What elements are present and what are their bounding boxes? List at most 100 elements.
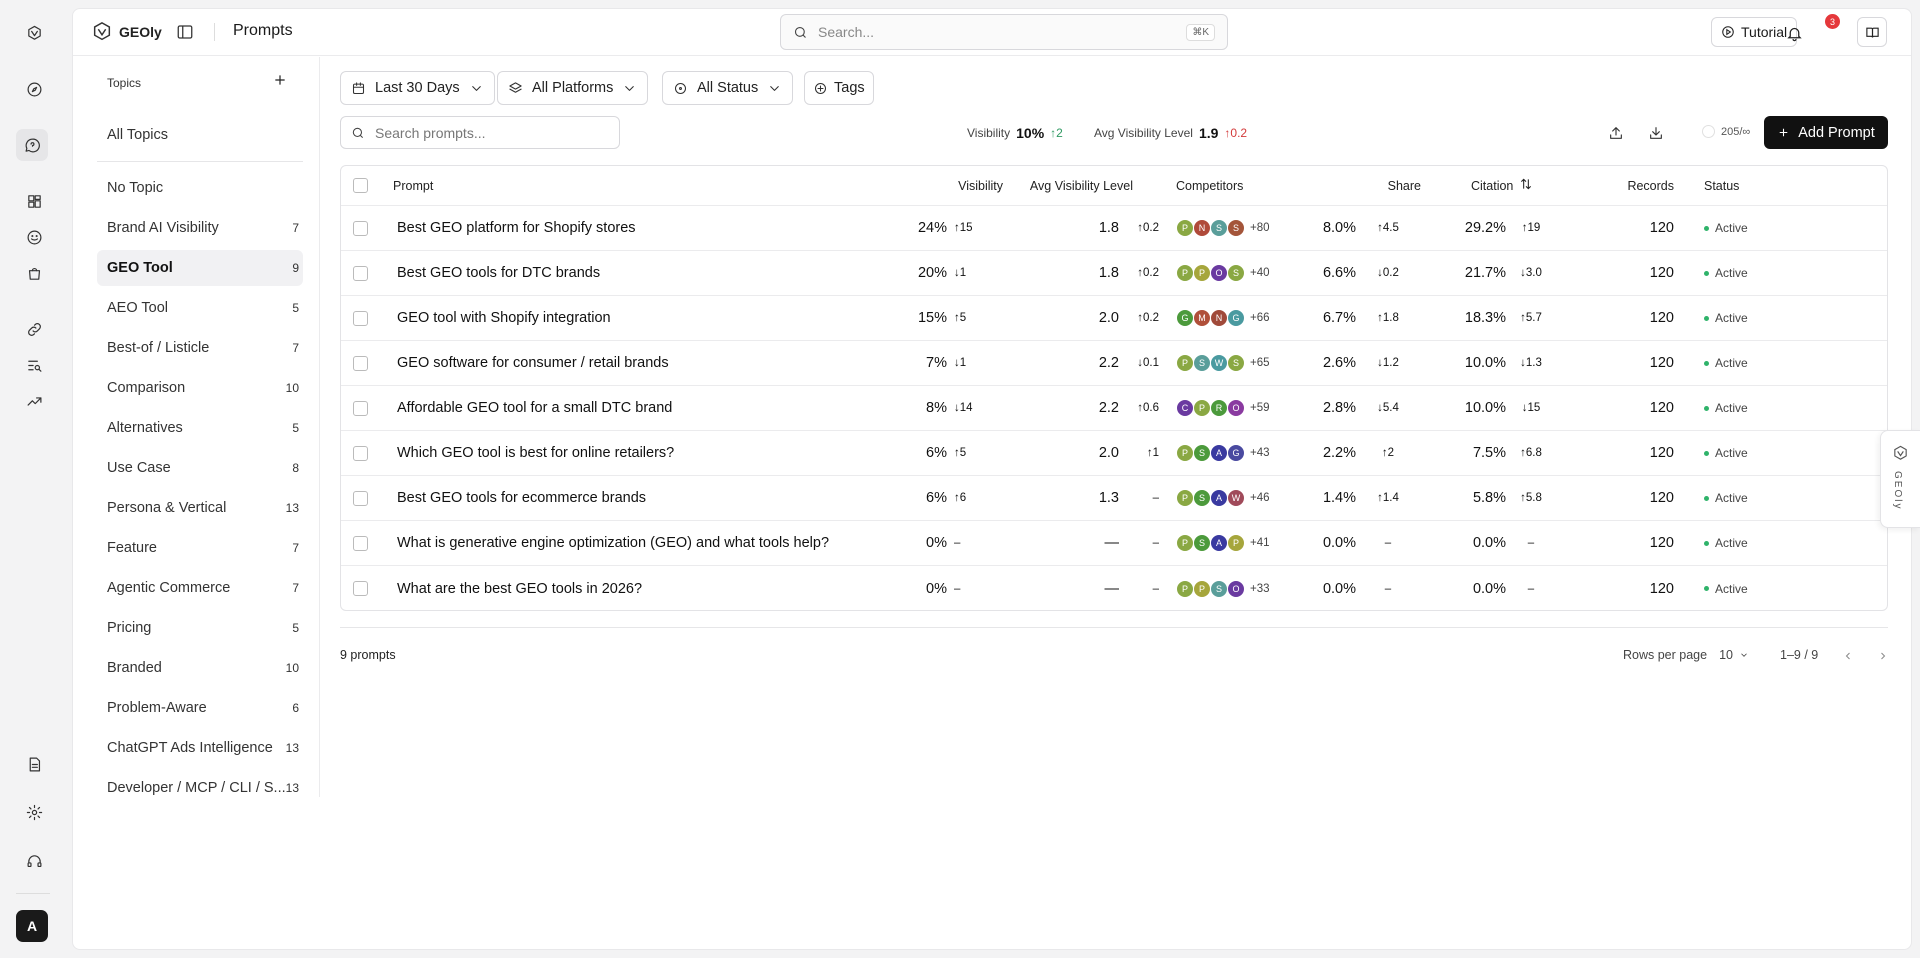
topic-item[interactable]: Problem-Aware 6 — [97, 690, 303, 726]
export-button[interactable] — [1604, 121, 1628, 145]
geoly-assistant-tab[interactable]: GEOly — [1880, 430, 1920, 528]
topic-item[interactable]: Pricing 5 — [97, 610, 303, 646]
table-row[interactable]: What are the best GEO tools in 2026? 0% – —… — [341, 566, 1887, 610]
document-icon[interactable] — [21, 751, 47, 777]
col-records[interactable]: Records — [1541, 166, 1674, 205]
competitors-cell[interactable]: C P R O +59 — [1176, 386, 1270, 430]
prev-page-button[interactable] — [1838, 646, 1858, 666]
brand[interactable]: GEOly — [91, 21, 162, 43]
next-page-button[interactable] — [1873, 646, 1893, 666]
topic-item[interactable]: ChatGPT Ads Intelligence 13 — [97, 730, 303, 766]
prompt-search-input[interactable]: Search prompts... — [340, 116, 620, 149]
competitors-cell[interactable]: P N S S +80 — [1176, 206, 1270, 250]
prompt-text[interactable]: Which GEO tool is best for online retail… — [397, 431, 674, 475]
topic-item[interactable]: Alternatives 5 — [97, 410, 303, 446]
table-row[interactable]: What is generative engine optimization (… — [341, 521, 1887, 566]
prompt-text[interactable]: Best GEO tools for DTC brands — [397, 251, 600, 295]
support-icon[interactable] — [21, 848, 47, 874]
col-competitors[interactable]: Competitors — [1176, 166, 1243, 205]
competitors-cell[interactable]: P S A P +41 — [1176, 521, 1270, 565]
avg-level-delta: – — [1152, 537, 1159, 549]
tags-filter[interactable]: Tags — [804, 71, 874, 105]
row-checkbox[interactable] — [353, 310, 368, 326]
row-checkbox[interactable] — [353, 400, 368, 416]
row-checkbox[interactable] — [353, 535, 368, 551]
compass-icon[interactable] — [21, 76, 47, 102]
table-row[interactable]: Best GEO tools for DTC brands 20% ↓1 1.8 ↑0.… — [341, 251, 1887, 296]
add-topic-button[interactable] — [272, 72, 290, 90]
col-share[interactable]: Share — [1291, 166, 1421, 205]
topic-item[interactable]: Agentic Commerce 7 — [97, 570, 303, 606]
row-checkbox[interactable] — [353, 490, 368, 506]
table-row[interactable]: Best GEO tools for ecommerce brands 6% ↑6 1… — [341, 476, 1887, 521]
prompt-text[interactable]: Best GEO platform for Shopify stores — [397, 206, 636, 250]
topic-item[interactable]: Best-of / Listicle 7 — [97, 330, 303, 366]
prompt-text[interactable]: GEO software for consumer / retail brand… — [397, 341, 669, 385]
table-row[interactable]: GEO software for consumer / retail brand… — [341, 341, 1887, 386]
prompt-text[interactable]: What is generative engine optimization (… — [397, 521, 829, 565]
table-row[interactable]: Affordable GEO tool for a small DTC bran… — [341, 386, 1887, 431]
trending-icon[interactable] — [21, 388, 47, 414]
competitors-cell[interactable]: G M N G +66 — [1176, 296, 1270, 340]
topic-item[interactable]: Branded 10 — [97, 650, 303, 686]
competitors-cell[interactable]: P S A G +43 — [1176, 431, 1270, 475]
notifications-button[interactable] — [1781, 20, 1807, 46]
topic-item[interactable]: GEO Tool 9 — [97, 250, 303, 286]
global-search-input[interactable]: Search... ⌘K — [780, 14, 1228, 50]
list-search-icon[interactable] — [21, 352, 47, 378]
platforms-filter[interactable]: All Platforms — [497, 71, 649, 105]
prompts-icon[interactable] — [16, 129, 48, 161]
sort-icon[interactable] — [1519, 177, 1533, 194]
competitor-avatar: S — [1227, 354, 1245, 372]
settings-icon[interactable] — [21, 799, 47, 825]
table-row[interactable]: GEO tool with Shopify integration 15% ↑5 2.… — [341, 296, 1887, 341]
col-citation[interactable]: Citation — [1471, 166, 1533, 205]
competitor-avatar: W — [1227, 489, 1245, 507]
col-avg-level[interactable]: Avg Visibility Level — [1013, 166, 1133, 205]
topic-item[interactable]: Developer / MCP / CLI / S... 13 — [97, 770, 303, 806]
col-visibility[interactable]: Visibility — [873, 166, 1003, 205]
competitors-cell[interactable]: P S A W +46 — [1176, 476, 1270, 520]
select-all-checkbox[interactable] — [353, 178, 368, 193]
status-filter[interactable]: All Status — [662, 71, 794, 105]
rows-per-page-select[interactable]: 10 — [1719, 648, 1749, 662]
prompt-text[interactable]: Affordable GEO tool for a small DTC bran… — [397, 386, 672, 430]
competitors-cell[interactable]: P P S O +33 — [1176, 566, 1270, 610]
add-prompt-button[interactable]: Add Prompt — [1764, 116, 1888, 149]
topic-item[interactable]: Persona & Vertical 13 — [97, 490, 303, 526]
smile-icon[interactable] — [21, 224, 47, 250]
row-checkbox[interactable] — [353, 220, 368, 236]
competitors-cell[interactable]: P P O S +40 — [1176, 251, 1270, 295]
col-prompt[interactable]: Prompt — [393, 166, 433, 205]
dashboard-icon[interactable] — [21, 188, 47, 214]
download-button[interactable] — [1644, 121, 1668, 145]
competitors-cell[interactable]: P S W S +65 — [1176, 341, 1270, 385]
topic-item[interactable]: Comparison 10 — [97, 370, 303, 406]
date-range-filter[interactable]: Last 30 Days — [340, 71, 495, 105]
row-checkbox[interactable] — [353, 445, 368, 461]
brand-name: GEOly — [119, 24, 162, 40]
row-checkbox[interactable] — [353, 581, 368, 596]
prompt-text[interactable]: Best GEO tools for ecommerce brands — [397, 476, 646, 520]
row-checkbox[interactable] — [353, 265, 368, 281]
topic-item[interactable]: No Topic — [97, 170, 303, 206]
docs-button[interactable] — [1857, 17, 1887, 47]
topic-item[interactable]: Use Case 8 — [97, 450, 303, 486]
topic-item[interactable]: Feature 7 — [97, 530, 303, 566]
sidebar-toggle-button[interactable] — [176, 23, 196, 43]
topic-item[interactable]: AEO Tool 5 — [97, 290, 303, 326]
row-checkbox[interactable] — [353, 355, 368, 371]
topic-item[interactable]: Brand AI Visibility 7 — [97, 210, 303, 246]
user-avatar[interactable]: A — [16, 910, 48, 942]
visibility-summary-delta: ↑2 — [1050, 126, 1063, 140]
topic-label: ChatGPT Ads Intelligence — [107, 740, 273, 756]
logo-icon[interactable] — [21, 20, 47, 46]
topic-all[interactable]: All Topics — [97, 117, 303, 153]
table-row[interactable]: Best GEO platform for Shopify stores 24% ↑… — [341, 206, 1887, 251]
prompt-text[interactable]: GEO tool with Shopify integration — [397, 296, 611, 340]
shopping-bag-icon[interactable] — [21, 260, 47, 286]
prompt-text[interactable]: What are the best GEO tools in 2026? — [397, 566, 642, 610]
link-icon[interactable] — [21, 316, 47, 342]
col-status[interactable]: Status — [1704, 166, 1739, 205]
table-row[interactable]: Which GEO tool is best for online retail… — [341, 431, 1887, 476]
